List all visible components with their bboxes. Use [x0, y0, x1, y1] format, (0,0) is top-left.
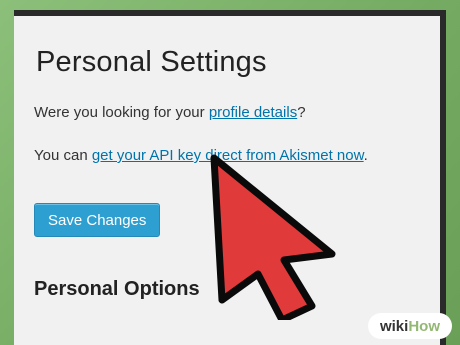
- profile-prompt-suffix: ?: [297, 104, 306, 121]
- personal-options-heading: Personal Options: [34, 278, 200, 300]
- profile-details-link[interactable]: profile details: [209, 104, 297, 121]
- page-title: Personal Settings: [36, 46, 267, 78]
- api-key-prefix: You can: [34, 147, 92, 164]
- watermark-part2: How: [408, 317, 440, 335]
- profile-prompt-text: Were you looking for your profile detail…: [34, 104, 306, 121]
- wikihow-watermark: wiki How: [367, 313, 452, 339]
- akismet-api-key-link[interactable]: get your API key direct from Akismet now: [92, 147, 364, 164]
- save-changes-button[interactable]: Save Changes: [34, 203, 161, 237]
- profile-prompt-prefix: Were you looking for your: [34, 104, 209, 121]
- api-key-suffix: .: [363, 147, 368, 164]
- watermark-part1: wiki: [379, 317, 409, 335]
- settings-panel: Personal Settings Were you looking for y…: [14, 10, 446, 345]
- api-key-text: You can get your API key direct from Aki…: [34, 147, 368, 164]
